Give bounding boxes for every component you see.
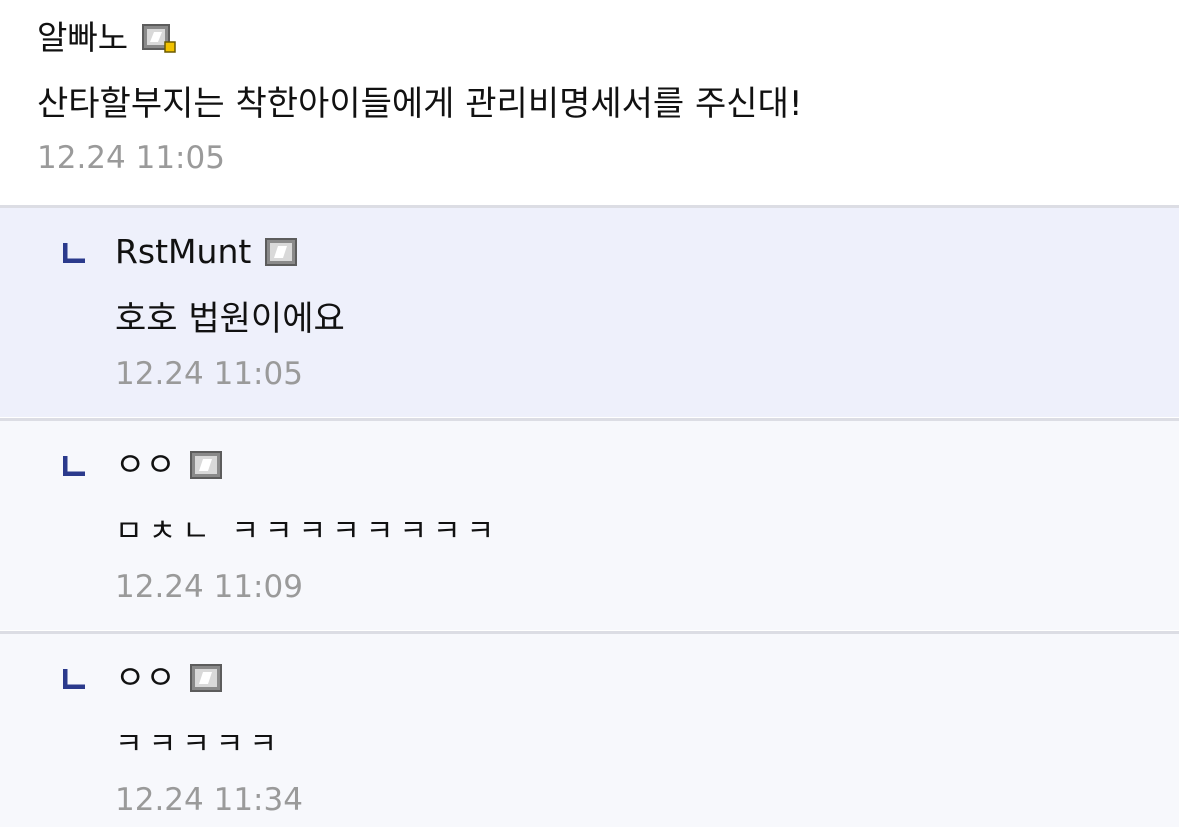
fixed-nick-badge-icon bbox=[189, 451, 222, 479]
fixed-nick-badge-icon bbox=[265, 238, 298, 266]
reply-body: ㅁㅊㄴ ㅋㅋㅋㅋㅋㅋㅋㅋ bbox=[115, 514, 501, 549]
author-name[interactable]: RstMunt bbox=[115, 232, 251, 272]
reply-item: RstMunt 호호 법원이에요 12.24 11:05 bbox=[0, 205, 1179, 417]
reply-body: 호호 법원이에요 bbox=[115, 299, 345, 339]
reply-item: ㅇㅇ ㅋㅋㅋㅋㅋ 12.24 11:34 bbox=[0, 631, 1179, 827]
author-name[interactable]: 알빠노 bbox=[37, 18, 128, 58]
reply-timestamp: 12.24 11:05 bbox=[115, 356, 303, 392]
reply-body: ㅋㅋㅋㅋㅋ bbox=[115, 727, 283, 762]
author-name[interactable]: ㅇㅇ bbox=[115, 445, 176, 485]
comment-author[interactable]: 알빠노 bbox=[37, 18, 176, 58]
main-comment: 알빠노 산타할부지는 착한아이들에게 관리비명세서를 주신대! 12.24 11… bbox=[0, 0, 1179, 206]
reply-author[interactable]: RstMunt bbox=[115, 232, 299, 272]
reply-author[interactable]: ㅇㅇ bbox=[115, 445, 224, 485]
reply-author[interactable]: ㅇㅇ bbox=[115, 658, 224, 698]
reply-item: ㅇㅇ ㅁㅊㄴ ㅋㅋㅋㅋㅋㅋㅋㅋ 12.24 11:09 bbox=[0, 418, 1179, 630]
comment-body: 산타할부지는 착한아이들에게 관리비명세서를 주신대! bbox=[37, 84, 803, 124]
reply-arrow-icon bbox=[63, 243, 85, 263]
author-name[interactable]: ㅇㅇ bbox=[115, 658, 176, 698]
reply-timestamp: 12.24 11:34 bbox=[115, 782, 303, 818]
reply-timestamp: 12.24 11:09 bbox=[115, 569, 303, 605]
fixed-nick-badge-icon bbox=[189, 664, 222, 692]
gallery-manager-badge-icon bbox=[142, 24, 176, 53]
comment-thread: 알빠노 산타할부지는 착한아이들에게 관리비명세서를 주신대! 12.24 11… bbox=[0, 0, 1179, 827]
comment-timestamp: 12.24 11:05 bbox=[37, 140, 225, 176]
reply-arrow-icon bbox=[63, 669, 85, 689]
reply-arrow-icon bbox=[63, 456, 85, 476]
